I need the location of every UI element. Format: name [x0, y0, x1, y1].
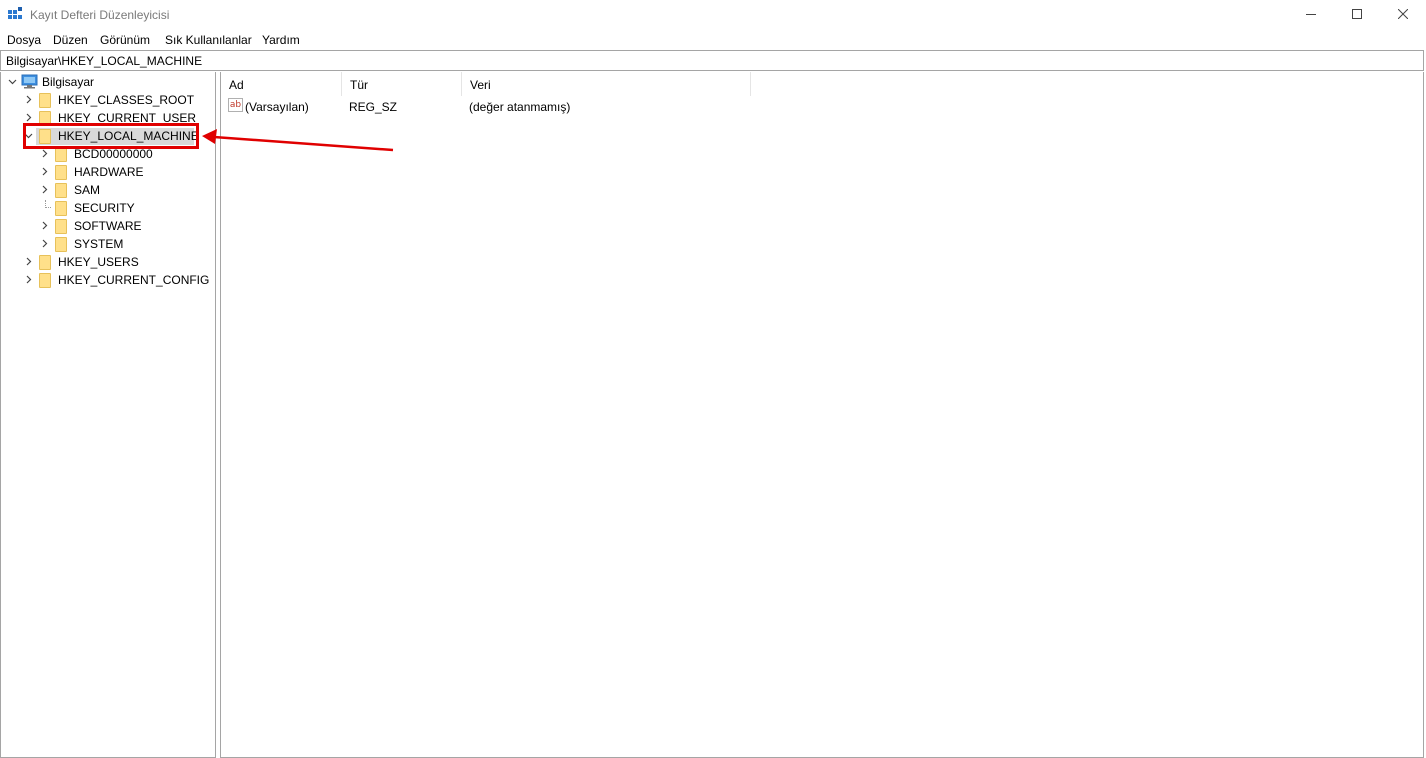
chevron-right-icon[interactable]	[24, 113, 33, 122]
tree-item-label: SAM	[74, 183, 101, 197]
annotation-arrow	[202, 129, 394, 152]
folder-icon	[55, 183, 67, 198]
column-header-label: Ad	[229, 78, 244, 92]
folder-icon	[39, 93, 51, 108]
tree-item-hkey-current-config[interactable]: HKEY_CURRENT_CONFIG	[0, 271, 210, 289]
chevron-right-icon[interactable]	[24, 257, 33, 266]
value-data: (değer atanmamış)	[469, 100, 571, 114]
folder-icon	[55, 147, 67, 162]
values-list-pane[interactable]: Ad Tür Veri ab (Varsayılan) REG_SZ (değe…	[220, 72, 1424, 758]
chevron-right-icon[interactable]	[40, 221, 49, 230]
tree-item-software[interactable]: SOFTWARE	[0, 217, 210, 235]
column-header-label: Tür	[350, 78, 368, 92]
close-button[interactable]	[1380, 0, 1426, 30]
minimize-button[interactable]	[1288, 0, 1334, 30]
address-bar[interactable]: Bilgisayar\HKEY_LOCAL_MACHINE	[0, 50, 1424, 71]
computer-icon	[21, 74, 38, 89]
address-path: Bilgisayar\HKEY_LOCAL_MACHINE	[6, 54, 203, 68]
chevron-right-icon[interactable]	[40, 149, 49, 158]
tree-item-security[interactable]: SECURITY	[0, 199, 210, 217]
tree-item-hardware[interactable]: HARDWARE	[0, 163, 210, 181]
folder-icon	[55, 165, 67, 180]
title-bar: Kayıt Defteri Düzenleyicisi	[0, 0, 1426, 30]
folder-icon	[55, 201, 67, 216]
tree-item-hkey-users[interactable]: HKEY_USERS	[0, 253, 210, 271]
tree-item-system[interactable]: SYSTEM	[0, 235, 210, 253]
chevron-right-icon[interactable]	[40, 185, 49, 194]
chevron-down-icon[interactable]	[8, 77, 17, 86]
window-title: Kayıt Defteri Düzenleyicisi	[30, 8, 170, 22]
string-value-icon: ab	[228, 98, 243, 112]
tree-item-label: BCD00000000	[74, 147, 153, 161]
annotation-highlight-box	[23, 123, 199, 149]
tree-item-label: HARDWARE	[74, 165, 144, 179]
chevron-right-icon[interactable]	[40, 167, 49, 176]
tree-item-label: SOFTWARE	[74, 219, 142, 233]
tree-item-hkey-classes-root[interactable]: HKEY_CLASSES_ROOT	[0, 91, 210, 109]
tree-item-label: Bilgisayar	[42, 75, 95, 89]
tree-item-label: SECURITY	[74, 201, 135, 215]
tree-item-label: HKEY_USERS	[58, 255, 139, 269]
tree-item-label: HKEY_CLASSES_ROOT	[58, 93, 195, 107]
column-header-type[interactable]: Tür	[342, 72, 462, 96]
folder-icon	[39, 273, 51, 288]
tree-item-label: SYSTEM	[74, 237, 124, 251]
close-icon	[1398, 9, 1408, 19]
column-header-name[interactable]: Ad	[221, 72, 342, 96]
tree-item-label: HKEY_CURRENT_CONFIG	[58, 273, 210, 287]
registry-editor-icon	[8, 7, 22, 19]
menu-bar: Dosya Düzen Görünüm Sık Kullanılanlar Ya…	[0, 30, 1426, 50]
value-type: REG_SZ	[349, 100, 398, 114]
menu-help[interactable]: Yardım	[262, 33, 300, 47]
maximize-icon	[1352, 9, 1362, 19]
menu-file[interactable]: Dosya	[7, 33, 41, 47]
chevron-right-icon[interactable]	[24, 95, 33, 104]
folder-icon	[55, 237, 67, 252]
menu-view[interactable]: Görünüm	[100, 33, 150, 47]
menu-edit[interactable]: Düzen	[53, 33, 88, 47]
folder-icon	[55, 219, 67, 234]
maximize-button[interactable]	[1334, 0, 1380, 30]
tree-item-sam[interactable]: SAM	[0, 181, 210, 199]
minimize-icon	[1306, 14, 1316, 15]
tree-item-computer[interactable]: Bilgisayar	[0, 73, 210, 91]
column-header-data[interactable]: Veri	[462, 72, 751, 96]
folder-icon	[39, 255, 51, 270]
chevron-right-icon[interactable]	[24, 275, 33, 284]
value-name: (Varsayılan)	[245, 100, 309, 114]
chevron-right-icon[interactable]	[40, 239, 49, 248]
menu-favorites[interactable]: Sık Kullanılanlar	[165, 33, 252, 47]
column-header-label: Veri	[470, 78, 491, 92]
